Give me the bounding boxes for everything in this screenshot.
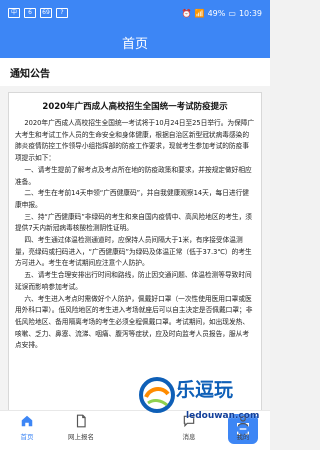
message-icon	[181, 413, 197, 429]
nav-item-scan[interactable]	[108, 413, 258, 449]
notice-area: 2020年广西成人高校招生全国统一考试防疫提示 2020年广西成人高校招生全国统…	[0, 86, 270, 410]
notice-title: 2020年广西成人高校招生全国统一考试防疫提示	[42, 102, 228, 112]
nav-item-message[interactable]: 消息	[162, 413, 216, 449]
status-right: ⏰ 📶 49% ▭ 10:39	[182, 9, 262, 18]
nav-item-home[interactable]: 首页	[0, 413, 54, 449]
notice-item-5: 五、请考生合理安排出行时间和路线，防止因交通问题、体温检测等导致时间延误而影响参…	[15, 271, 252, 291]
status-left: 中 6 69 ?	[8, 8, 68, 18]
doc-icon	[73, 413, 89, 429]
notice-item-3: 三、持“广西健康码”非绿码的考生和来自国内疫情中、高风险地区的考生，须提供7天内…	[15, 212, 252, 233]
notice-item-6: 六、考生进入考点时需做好个人防护，佩戴好口罩（一次性使用医用口罩或医用外科口罩）…	[15, 294, 253, 350]
alarm-icon: ⏰	[181, 8, 192, 18]
status-item-4: ?	[56, 8, 68, 18]
nav-label-message: 消息	[182, 433, 196, 441]
user-icon	[235, 413, 251, 429]
nav-label-profile: 我的	[236, 433, 250, 441]
notice-item-4: 四、考生通过体温检测通道时，应保持人员间隔大于1米，有序接受体温测量，亮绿码或扫…	[15, 236, 252, 268]
nav-item-profile[interactable]: 我的	[216, 413, 270, 449]
status-item-1: 中	[8, 8, 20, 18]
notice-item-2: 二、考生在考前14天申领“广西健康码”，并自我健康观察14天，每日进行健康申报。	[15, 189, 249, 209]
home-icon	[19, 413, 35, 429]
wifi-icon: 📶	[194, 8, 205, 18]
notice-item-1: 一、请考生提前了解考点及考点所在地的防疫政策和要求，并按规定做好相应准备。	[15, 165, 252, 186]
page-title: 首页	[121, 36, 148, 52]
app-header: 首页	[0, 26, 270, 58]
battery-icon: ▭	[228, 8, 236, 18]
notice-section-title: 通知公告	[10, 68, 50, 80]
nav-label-register: 网上报名	[68, 433, 94, 441]
status-item-3: 69	[40, 8, 52, 18]
nav-label-home: 首页	[20, 433, 34, 441]
bottom-nav: 首页 网上报名 消息 我的	[0, 410, 270, 450]
status-bar: 中 6 69 ? ⏰ 📶 49% ▭ 10:39	[0, 0, 270, 26]
nav-item-register[interactable]: 网上报名	[54, 413, 108, 449]
notice-card: 2020年广西成人高校招生全国统一考试防疫提示 2020年广西成人高校招生全国统…	[8, 92, 262, 410]
time-text: 10:39	[238, 8, 262, 18]
status-item-2: 6	[24, 8, 36, 18]
battery-text: 49%	[207, 8, 226, 18]
section-title: 通知公告	[0, 58, 270, 86]
notice-intro: 2020年广西成人高校招生全国统一考试将于10月24日至25日举行。为保障广大考…	[15, 119, 255, 163]
